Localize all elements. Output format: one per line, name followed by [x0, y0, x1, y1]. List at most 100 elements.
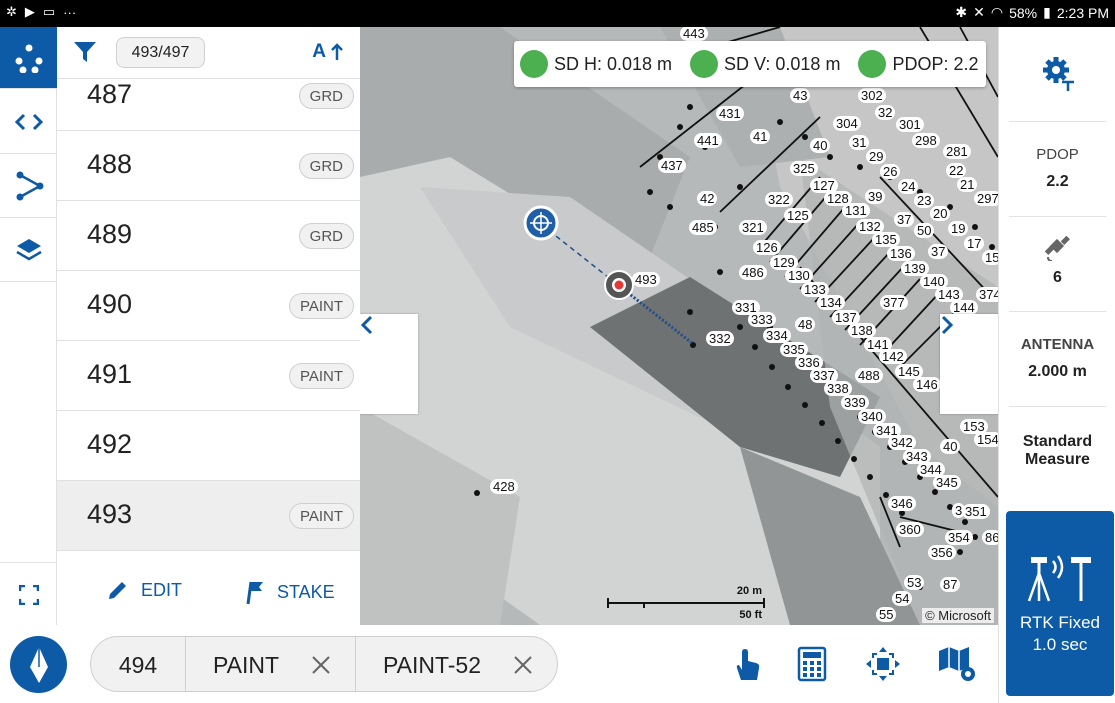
map-label: 154 [974, 432, 998, 447]
map-label: 142 [879, 349, 907, 364]
map-label: 32 [875, 105, 896, 120]
measure-method[interactable]: Standard Measure [1009, 407, 1106, 502]
point-number: 492 [87, 429, 133, 459]
point-code-badge: PAINT [288, 503, 354, 529]
map-label: 339 [841, 395, 869, 410]
points-mode-button[interactable] [0, 27, 57, 89]
map-label: 351 [962, 504, 990, 519]
map-label: 37 [894, 212, 915, 227]
filter-icon[interactable] [73, 41, 97, 63]
screen-icon: ▭ [42, 4, 56, 19]
map-label: 356 [928, 545, 956, 560]
antenna-indicator[interactable]: ANTENNA 2.000 m [1009, 312, 1106, 407]
map-label: 40 [940, 439, 961, 454]
calculator-button[interactable] [791, 643, 833, 685]
antenna-label: ANTENNA [1020, 336, 1095, 353]
pdop-label: PDOP [1036, 146, 1079, 163]
map-label: 86 [982, 530, 998, 545]
map-label: 486 [739, 265, 767, 280]
clear-code-icon[interactable] [311, 655, 331, 675]
expand-button[interactable] [0, 562, 57, 626]
scale-ruler [607, 598, 765, 608]
map-settings-button[interactable] [936, 643, 978, 685]
play-flag-icon: ▶ [24, 4, 35, 19]
map-label: 322 [765, 192, 793, 207]
satellites-indicator[interactable]: 6 [1009, 217, 1106, 312]
list-item-488[interactable]: 488 GRD [57, 131, 360, 201]
chevron-right-icon [941, 315, 954, 335]
next-point-pill: 494 PAINT PAINT-52 [90, 636, 558, 692]
sd-vertical-text: SD V: 0.018 m [724, 53, 841, 74]
list-item-487[interactable]: 487 GRD [57, 79, 360, 131]
point-number: 493 [87, 499, 133, 529]
chevron-left-icon [360, 315, 373, 335]
next-point-number[interactable]: 494 [91, 637, 186, 691]
rtk-solution-text: RTK Fixed [1020, 613, 1100, 632]
stake-button[interactable]: STAKE [243, 579, 335, 605]
list-item-491[interactable]: 491 PAINT [57, 341, 360, 411]
map-view[interactable]: 443 431 43 302 441 41 304 32 301 437 40 … [360, 27, 998, 625]
clear-description-icon[interactable] [513, 655, 533, 675]
point-actions: EDIT STAKE [57, 561, 360, 625]
gnss-quality-bar: SD H: 0.018 m SD V: 0.018 m PDOP: 2.2 [514, 41, 986, 87]
next-point-button[interactable] [940, 314, 998, 414]
gear-icon [1042, 57, 1074, 91]
list-item-490[interactable]: 490 PAINT [57, 271, 360, 341]
satellite-count: 6 [1053, 269, 1062, 286]
map-label: 377 [880, 295, 908, 310]
settings-button[interactable] [1009, 27, 1106, 122]
navigate-button[interactable] [10, 636, 67, 693]
dots-icon [15, 44, 42, 73]
map-label: 332 [706, 331, 734, 346]
linework-mode-button[interactable] [0, 154, 57, 218]
layers-button[interactable] [0, 218, 57, 282]
map-label: 29 [866, 149, 887, 164]
edit-button[interactable]: EDIT [107, 579, 182, 601]
list-item-493-selected[interactable]: 493 PAINT [57, 481, 360, 551]
previous-point-button[interactable] [360, 314, 418, 414]
layers-icon [15, 238, 42, 260]
more-icon: ··· [63, 4, 77, 20]
pdop-indicator[interactable]: PDOP 2.2 [1009, 122, 1106, 217]
mute-icon: ✕ [973, 4, 985, 20]
map-label: 144 [950, 300, 978, 315]
bottom-toolbar: 494 PAINT PAINT-52 [0, 625, 998, 703]
map-attribution: © Microsoft [922, 608, 994, 623]
map-label: 126 [753, 240, 781, 255]
map-label: 31 [849, 135, 870, 150]
map-label: 428 [490, 479, 518, 494]
code-mode-button[interactable] [0, 90, 57, 154]
point-number: 489 [87, 219, 133, 249]
system-status-bar: ✲ ▶ ▭ ··· ✱ ✕ ◠ 58% ▮ 2:23 PM [0, 0, 1115, 27]
map-point-labels: 443 431 43 302 441 41 304 32 301 437 40 … [360, 27, 998, 625]
map-label: 55 [876, 607, 897, 622]
map-label: 40 [810, 138, 831, 153]
point-code-badge: PAINT [288, 293, 354, 319]
hand-tap-icon [736, 649, 760, 680]
map-label: 135 [872, 232, 900, 247]
scale-meters: 20 m [736, 585, 762, 597]
map-label: 301 [896, 117, 924, 132]
map-label: 431 [716, 106, 744, 121]
map-label: 325 [790, 161, 818, 176]
list-item-489[interactable]: 489 GRD [57, 201, 360, 271]
zoom-extents-button[interactable] [862, 643, 904, 685]
list-item-492[interactable]: 492 [57, 411, 360, 481]
check-icon [515, 43, 719, 78]
clock: 2:23 PM [1056, 4, 1109, 21]
rtk-status-button[interactable]: RTK Fixed 1.0 sec [1006, 511, 1114, 696]
sd-horizontal: SD H: 0.018 m [515, 43, 672, 78]
point-count-chip: 493/497 [116, 37, 205, 68]
sort-button[interactable]: A [312, 41, 344, 63]
point-number: 491 [87, 359, 133, 389]
point-list: 487 GRD 488 GRD 489 GRD 490 PAINT 491 PA… [57, 79, 360, 561]
map-label: 23 [914, 193, 935, 208]
bluetooth-icon: ✱ [955, 4, 968, 20]
tap-measure-button[interactable] [726, 643, 768, 685]
fan-icon: ✲ [6, 4, 17, 19]
map-label: 131 [842, 203, 870, 218]
pdop-value: 2.2 [1046, 173, 1069, 190]
map-label: 22 [946, 163, 967, 178]
scale-feet: 50 ft [739, 609, 762, 621]
map-label: 334 [763, 328, 791, 343]
